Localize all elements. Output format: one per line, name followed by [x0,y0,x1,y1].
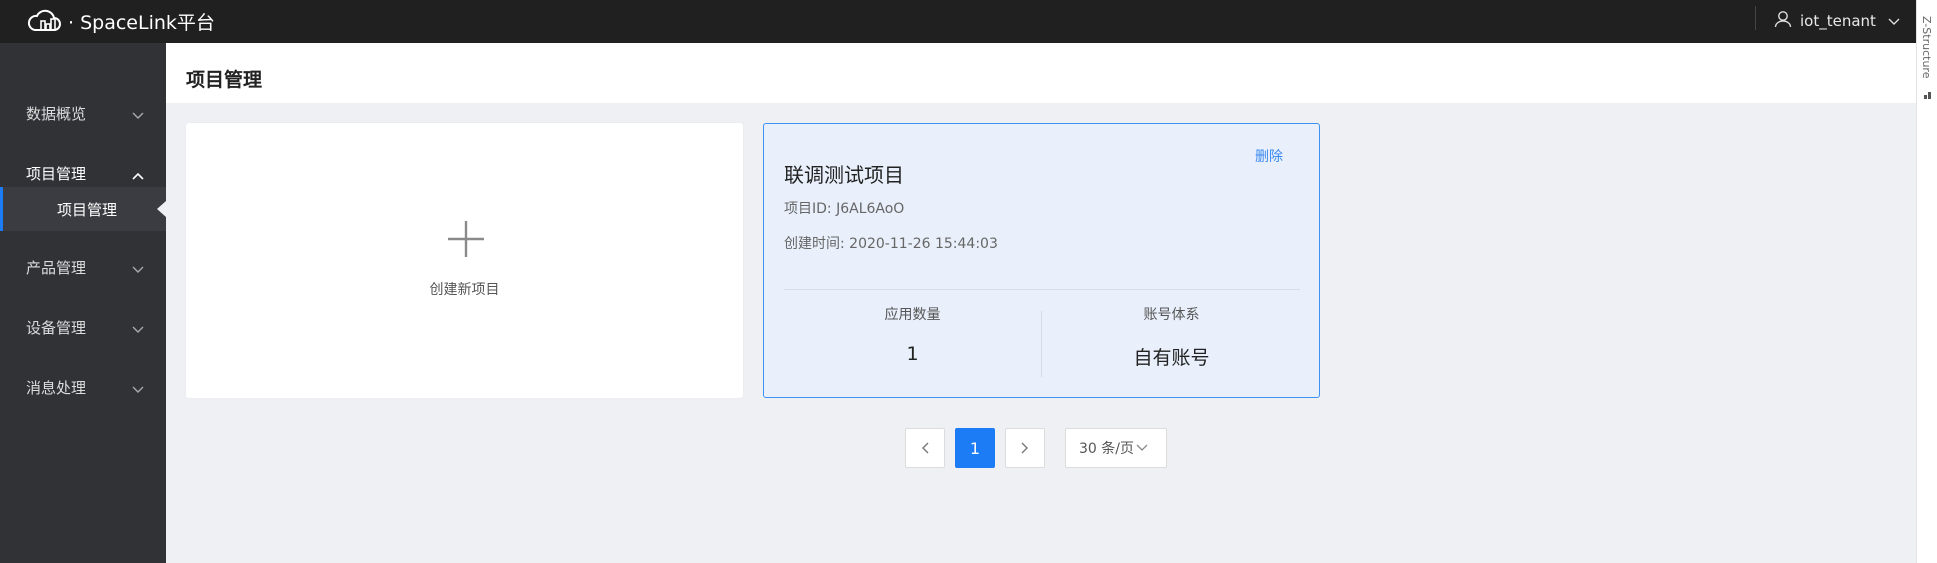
chevron-down-icon [132,320,144,338]
chevron-down-icon [132,380,144,398]
structure-icon [1924,84,1931,99]
stat-label-account-system: 账号体系 [1143,307,1200,323]
sidebar-item-label: 产品管理 [26,258,87,277]
stat-value-account-system: 自有账号 [1133,347,1210,369]
sidebar-item-data-overview[interactable]: 数据概览 [0,93,166,133]
page-header: 项目管理 [166,43,1916,103]
structure-side-panel[interactable]: Z-Structure [1916,0,1937,563]
sidebar-subitem-label: 项目管理 [57,200,118,219]
sidebar-item-label: 数据概览 [26,104,87,123]
project-created-time: 创建时间: 2020-11-26 15:44:03 [784,236,998,252]
chevron-down-icon [1136,440,1148,456]
plus-icon [448,221,484,261]
chevron-down-icon [1888,12,1900,30]
sidebar: 数据概览 项目管理 项目管理 产品管理 设备管理 消息处理 [0,43,166,563]
structure-tab-label: Z-Structure [1920,16,1933,79]
user-icon [1774,10,1792,32]
card-divider [784,289,1300,290]
topbar-divider [1755,6,1756,30]
page-title: 项目管理 [186,69,263,91]
sidebar-item-label: 消息处理 [26,378,87,397]
project-card[interactable]: 联调测试项目 删除 项目ID: J6AL6AoO 创建时间: 2020-11-2… [763,123,1320,398]
chevron-down-icon [132,106,144,124]
create-project-label: 创建新项目 [429,282,500,298]
chevron-down-icon [132,260,144,278]
user-menu[interactable]: iot_tenant [1774,10,1900,32]
stat-label-app-count: 应用数量 [884,307,941,323]
stat-divider [1041,311,1042,377]
project-id: 项目ID: J6AL6AoO [784,201,905,217]
sidebar-item-label: 设备管理 [26,318,87,337]
chevron-up-icon [132,166,144,184]
delete-project-link[interactable]: 删除 [1255,146,1283,166]
user-name: iot_tenant [1800,12,1876,30]
project-name: 联调测试项目 [784,163,904,187]
brand-name: · SpaceLink平台 [68,11,215,34]
create-project-card[interactable]: 创建新项目 [186,123,743,398]
cloud-logo-icon [26,6,62,36]
page-size-label: 30 条/页 [1079,441,1134,457]
brand[interactable]: · SpaceLink平台 [26,4,215,38]
page-number-current[interactable]: 1 [955,428,995,468]
stat-value-app-count: 1 [906,343,919,365]
prev-page-button[interactable] [905,428,945,468]
sidebar-subitem-project-management[interactable]: 项目管理 [0,187,166,231]
next-page-button[interactable] [1005,428,1045,468]
active-indicator [157,201,166,217]
top-bar: · SpaceLink平台 iot_tenant [0,0,1916,43]
sidebar-item-device-management[interactable]: 设备管理 [0,307,166,347]
sidebar-item-product-management[interactable]: 产品管理 [0,247,166,287]
chevron-left-icon [921,439,929,458]
sidebar-item-label: 项目管理 [26,164,87,183]
sidebar-item-message-processing[interactable]: 消息处理 [0,367,166,407]
page-size-select[interactable]: 30 条/页 [1065,428,1167,468]
chevron-right-icon [1021,439,1029,458]
